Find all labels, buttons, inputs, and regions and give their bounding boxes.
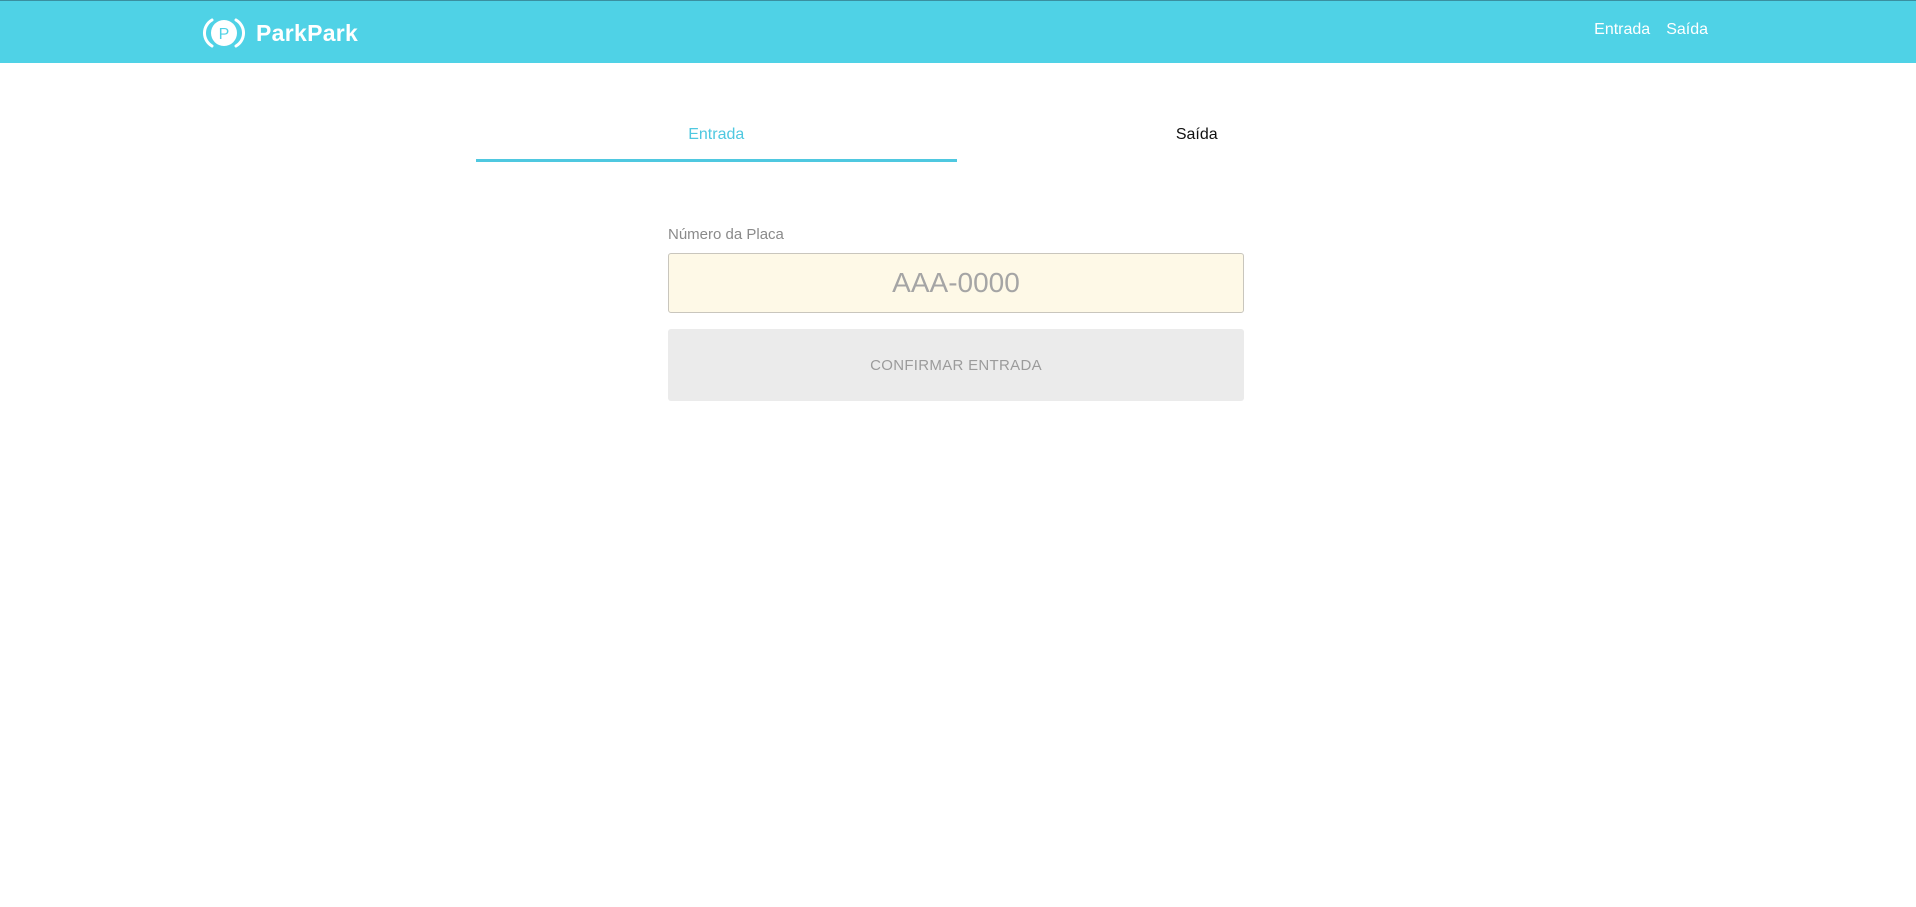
plate-number-label: Número da Placa (668, 226, 784, 243)
tab-entrada[interactable]: Entrada (476, 112, 957, 162)
tab-bar: Entrada Saída (476, 112, 1437, 162)
top-navbar: P ParkPark Entrada Saída (0, 0, 1916, 63)
nav-link-saida[interactable]: Saída (1666, 21, 1708, 39)
brand-link[interactable]: P ParkPark (203, 16, 358, 50)
plate-number-input[interactable] (668, 253, 1244, 313)
entry-form: Número da Placa CONFIRMAR ENTRADA (668, 226, 1244, 401)
logo-letter: P (219, 26, 230, 43)
confirm-entry-button[interactable]: CONFIRMAR ENTRADA (668, 329, 1244, 401)
brand-name: ParkPark (256, 19, 359, 46)
nav-link-entrada[interactable]: Entrada (1594, 21, 1650, 39)
parking-logo-icon: P (203, 16, 245, 50)
tab-saida[interactable]: Saída (957, 112, 1438, 162)
top-nav: Entrada Saída (1594, 21, 1708, 39)
